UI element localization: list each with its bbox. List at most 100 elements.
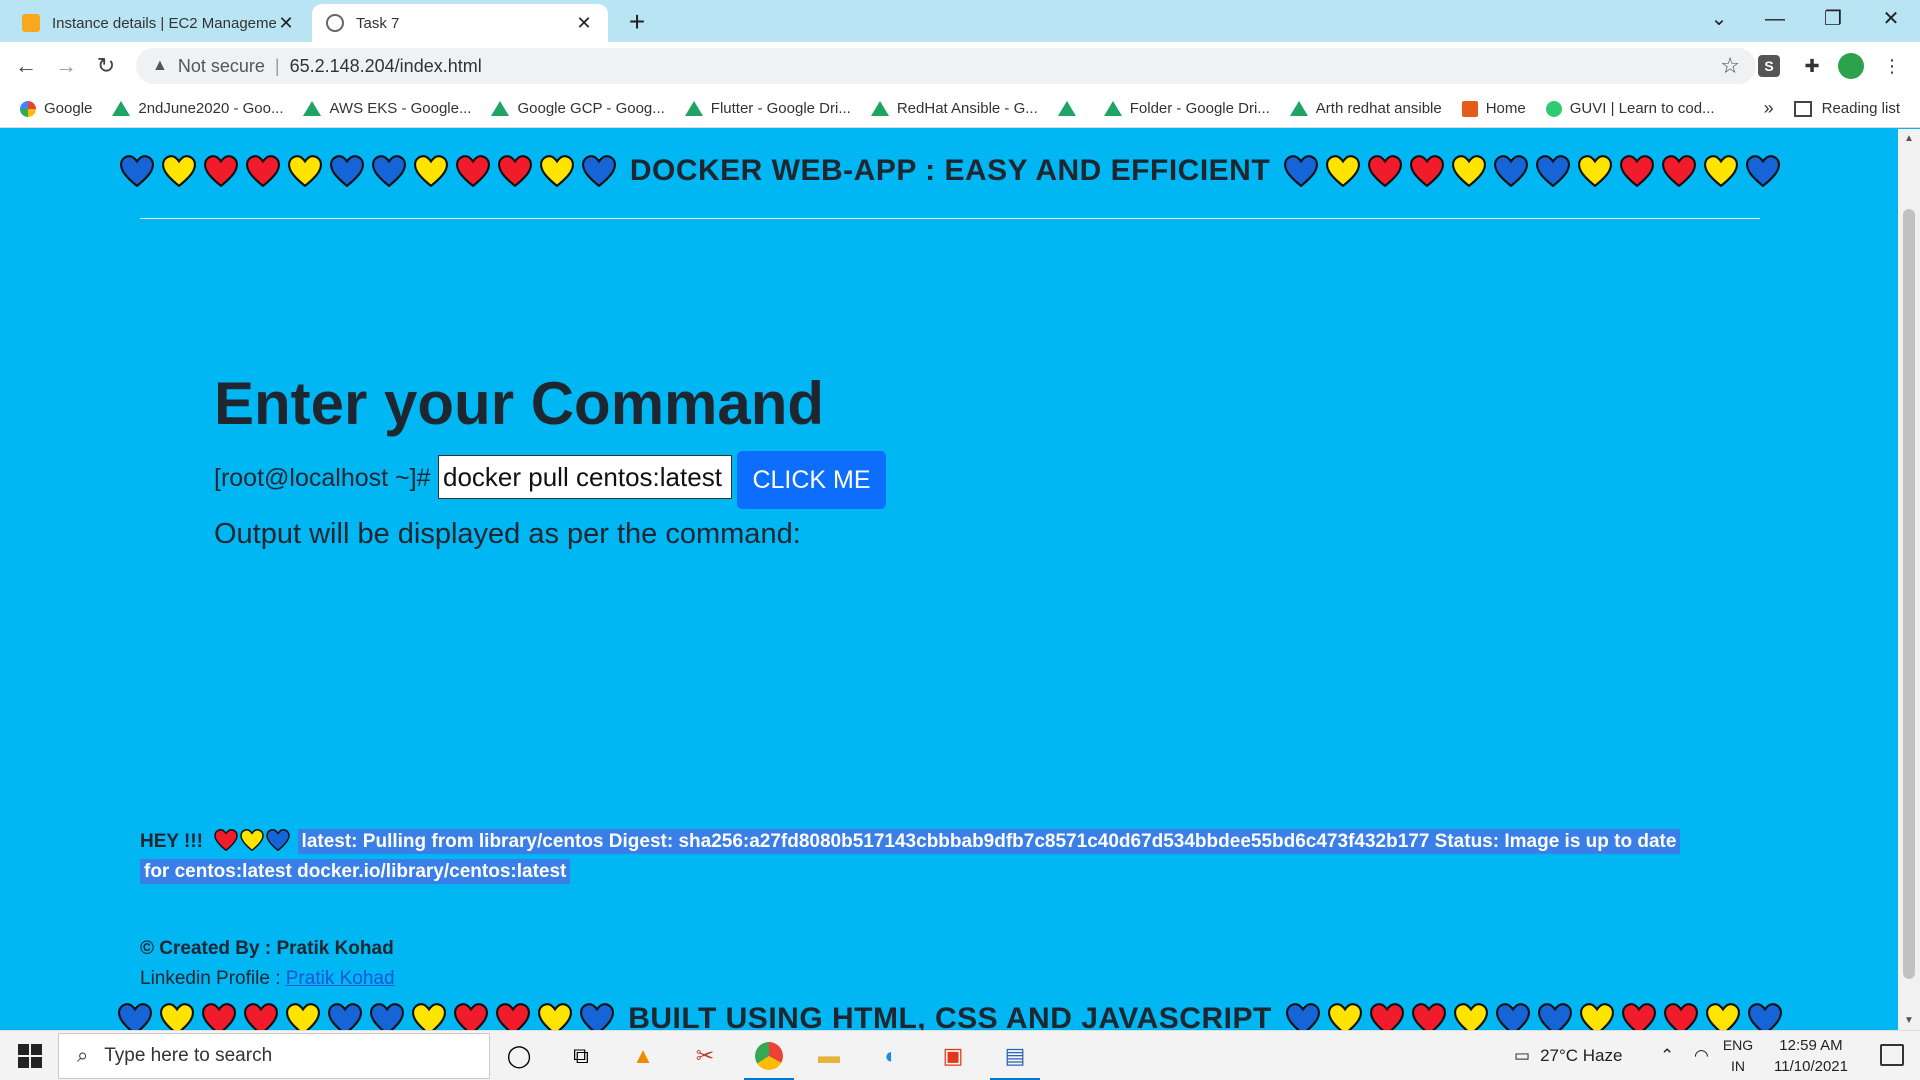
- blue-heart-icon: [1746, 155, 1781, 188]
- vlc-icon[interactable]: ▲: [626, 1039, 660, 1073]
- command-input[interactable]: [438, 455, 732, 499]
- profile-avatar[interactable]: [1838, 53, 1864, 79]
- taskbar: ⌕ Type here to search ◯ ⧉ ▲ ✂ ▬ ◐ ▣ ▤ ▭ …: [0, 1030, 1920, 1080]
- bookmark-drive-unnamed[interactable]: [1057, 101, 1084, 116]
- language-indicator[interactable]: ENG IN: [1716, 1035, 1760, 1077]
- bookmark-label: Flutter - Google Dri...: [710, 100, 851, 117]
- new-tab-button[interactable]: +: [622, 6, 652, 38]
- window-close-button[interactable]: ✕: [1862, 0, 1920, 40]
- warning-icon[interactable]: ▲: [152, 57, 168, 75]
- linkedin-link[interactable]: Pratik Kohad: [286, 968, 395, 989]
- bookmark-label: Home: [1485, 100, 1526, 117]
- click-me-button[interactable]: CLICK ME: [737, 451, 886, 509]
- heart-row-left: [114, 1003, 618, 1030]
- chrome-icon[interactable]: [744, 1039, 794, 1080]
- divider: |: [274, 55, 280, 76]
- bookmark-google-gcp[interactable]: Google GCP - Goog...: [491, 100, 665, 117]
- reading-list-button[interactable]: Reading list: [1793, 100, 1900, 117]
- start-button[interactable]: [18, 1044, 42, 1068]
- tab-ec2-instance-details[interactable]: Instance details | EC2 Manageme ✕: [8, 4, 310, 42]
- bookmark-home[interactable]: Home: [1461, 100, 1526, 117]
- network-icon[interactable]: ◠: [1694, 1031, 1709, 1080]
- bookmark-label: Google GCP - Goog...: [517, 100, 665, 117]
- time: 12:59 AM: [1779, 1037, 1843, 1054]
- security-status[interactable]: Not secure: [178, 56, 265, 77]
- bookmark-guvi[interactable]: GUVI | Learn to cod...: [1545, 100, 1715, 117]
- office-icon[interactable]: ▣: [936, 1039, 970, 1073]
- close-icon[interactable]: ✕: [574, 13, 594, 34]
- heart-row-left: [116, 155, 620, 188]
- notification-icon[interactable]: [1880, 1044, 1904, 1066]
- url-text[interactable]: 65.2.148.204/index.html: [290, 56, 482, 77]
- page-scrollbar[interactable]: ▲ ▼: [1898, 129, 1920, 1030]
- blue-heart-icon: [581, 155, 616, 188]
- yellow-heart-icon: [160, 1003, 195, 1030]
- close-icon[interactable]: ✕: [276, 13, 296, 34]
- red-heart-icon: [1411, 1003, 1446, 1030]
- reading-list-label: Reading list: [1821, 100, 1900, 117]
- bookmark-redhat-ansible[interactable]: RedHat Ansible - G...: [870, 100, 1038, 117]
- bookmark-label: 2ndJune2020 - Goo...: [138, 100, 284, 117]
- edge-icon[interactable]: ◐: [874, 1039, 908, 1073]
- page-header: DOCKER WEB-APP : EASY AND EFFICIENT: [119, 151, 1781, 191]
- address-bar[interactable]: ▲ Not secure | 65.2.148.204/index.html ☆: [136, 48, 1756, 84]
- weather-widget[interactable]: ▭ 27°C Haze: [1514, 1031, 1622, 1080]
- aws-icon: [22, 14, 40, 32]
- red-heart-icon: [1620, 155, 1655, 188]
- restore-button[interactable]: ❐: [1804, 0, 1862, 40]
- drive-icon: [1057, 101, 1076, 116]
- red-heart-icon: [245, 155, 280, 188]
- shell-prompt: [root@localhost ~]#: [214, 464, 431, 492]
- back-button[interactable]: ←: [10, 50, 42, 82]
- yellow-heart-icon: [1327, 1003, 1362, 1030]
- bookmark-aws-eks[interactable]: AWS EKS - Google...: [303, 100, 471, 117]
- yellow-heart-icon: [161, 155, 196, 188]
- lang-region: IN: [1731, 1058, 1745, 1074]
- bookmark-arth-redhat-ansible[interactable]: Arth redhat ansible: [1289, 100, 1442, 117]
- google-icon: [20, 100, 36, 117]
- lang-code: ENG: [1722, 1037, 1754, 1053]
- forward-button[interactable]: →: [50, 50, 82, 82]
- bookmarks-overflow-button[interactable]: »: [1764, 98, 1774, 119]
- reload-button[interactable]: ↻: [90, 50, 122, 82]
- blue-heart-icon: [329, 155, 364, 188]
- cortana-icon[interactable]: ◯: [502, 1039, 536, 1073]
- bookmark-star-icon[interactable]: ☆: [1720, 53, 1740, 79]
- blue-heart-icon: [1495, 1003, 1530, 1030]
- bookmarks-bar: Google 2ndJune2020 - Goo... AWS EKS - Go…: [0, 90, 1920, 128]
- menu-kebab-icon[interactable]: ⋮: [1878, 52, 1906, 80]
- bookmark-label: Arth redhat ansible: [1315, 100, 1442, 117]
- bookmark-flutter[interactable]: Flutter - Google Dri...: [684, 100, 851, 117]
- minimize-button[interactable]: —: [1746, 0, 1804, 40]
- red-heart-icon: [1621, 1003, 1656, 1030]
- taskbar-search[interactable]: ⌕ Type here to search: [58, 1033, 490, 1079]
- red-heart-icon: [1662, 155, 1697, 188]
- puzzle-extensions-icon[interactable]: ✚: [1798, 52, 1826, 80]
- blue-heart-icon: [119, 155, 154, 188]
- alibaba-icon: [1461, 100, 1478, 117]
- extension-s-icon[interactable]: S: [1758, 55, 1780, 77]
- remote-desktop-icon[interactable]: ▤: [990, 1039, 1040, 1080]
- snipping-tool-icon[interactable]: ✂: [688, 1039, 722, 1073]
- bookmark-2ndjune2020[interactable]: 2ndJune2020 - Goo...: [112, 100, 283, 117]
- task-view-icon[interactable]: ⧉: [564, 1039, 598, 1073]
- header-divider: [140, 218, 1760, 219]
- scrollbar-thumb[interactable]: [1903, 209, 1915, 979]
- tab-task-7[interactable]: Task 7 ✕: [312, 4, 608, 42]
- output-text-line2[interactable]: for centos:latest docker.io/library/cent…: [140, 859, 571, 884]
- tray-chevron-icon[interactable]: ⌃: [1660, 1031, 1674, 1080]
- heart-row-right: [1280, 155, 1784, 188]
- tab-search-chevron-icon[interactable]: ⌄: [1690, 0, 1748, 40]
- scroll-down-arrow-icon[interactable]: ▼: [1898, 1015, 1920, 1026]
- red-heart-icon: [455, 155, 490, 188]
- file-explorer-icon[interactable]: ▬: [812, 1039, 846, 1073]
- clock[interactable]: 12:59 AM 11/10/2021: [1766, 1035, 1856, 1077]
- output-greeting: HEY !!!: [140, 831, 203, 852]
- output-text-line1[interactable]: latest: Pulling from library/centos Dige…: [297, 829, 1681, 854]
- yellow-heart-icon: [240, 828, 264, 852]
- bookmark-label: Google: [44, 100, 93, 117]
- bookmark-folder[interactable]: Folder - Google Dri...: [1103, 100, 1270, 117]
- yellow-heart-icon: [1578, 155, 1613, 188]
- bookmark-google[interactable]: Google: [20, 100, 92, 117]
- scroll-up-arrow-icon[interactable]: ▲: [1898, 133, 1920, 144]
